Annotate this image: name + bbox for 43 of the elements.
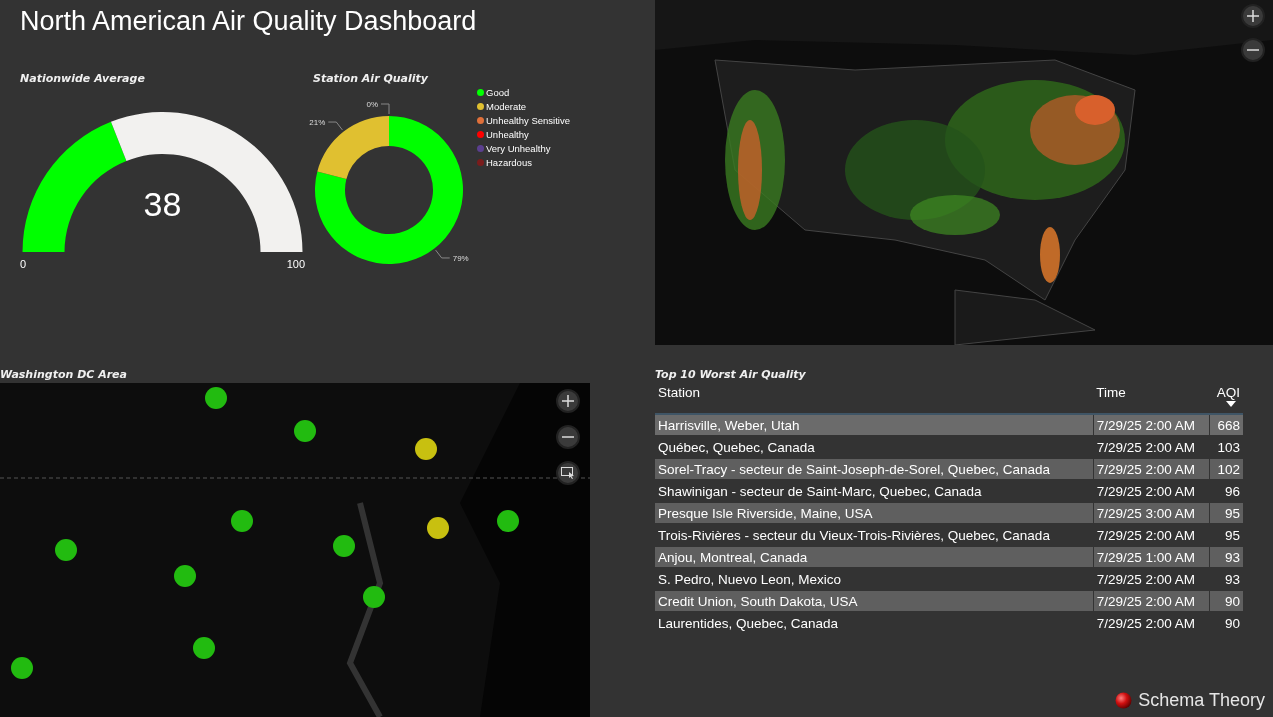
leader-line: [327, 121, 343, 131]
dashboard-title: North American Air Quality Dashboard: [20, 5, 478, 38]
visual-heading: Nationwide Average: [20, 72, 146, 85]
table-cell: 95: [1209, 502, 1243, 524]
table-cell: Credit Union, South Dakota, USA: [655, 590, 1094, 612]
table-cell: Presque Isle Riverside, Maine, USA: [655, 502, 1094, 524]
legend-label: Very Unhealthy: [486, 143, 551, 154]
brand-name: Schema Theory: [1138, 690, 1265, 711]
table-cell: Sorel-Tracy - secteur de Saint-Joseph-de-Sorel, Quebec, Canada: [655, 458, 1094, 480]
visual-heading: Top 10 Worst Air Quality: [655, 368, 807, 383]
table-cell: Laurentides, Quebec, Canada: [655, 612, 1094, 634]
table-cell: 7/29/25 2:00 AM: [1093, 458, 1209, 480]
table-cell: Harrisville, Weber, Utah: [655, 414, 1094, 436]
visual-heading: Station Air Quality: [313, 72, 429, 85]
table-cell: 90: [1209, 590, 1243, 612]
table-cell: 7/29/25 2:00 AM: [1093, 590, 1209, 612]
visual-heading: Washington DC Area: [0, 368, 128, 383]
legend-label: Good: [486, 87, 510, 98]
table-cell: 7/29/25 2:00 AM: [1093, 612, 1209, 634]
plus-icon: [562, 395, 574, 407]
leader-line: [435, 249, 451, 259]
sphere-logo-icon: [1115, 692, 1133, 709]
selection-cursor-icon: [561, 467, 575, 479]
leader-line: [380, 103, 390, 115]
data-label: 0%: [366, 100, 378, 109]
data-label: 79%: [452, 253, 469, 263]
plus-icon: [1247, 10, 1259, 22]
legend-label: Moderate: [486, 101, 527, 112]
table-cell: 7/29/25 2:00 AM: [1093, 414, 1209, 436]
legend-label: Unhealthy: [486, 129, 529, 140]
table-cell: 668: [1209, 414, 1243, 436]
data-label: 21%: [309, 118, 326, 128]
table-cell: 7/29/25 1:00 AM: [1093, 546, 1209, 568]
table-cell: 102: [1209, 458, 1243, 480]
legend-label: Unhealthy Sensitive: [486, 115, 570, 126]
table-cell: 7/29/25 3:00 AM: [1093, 502, 1209, 524]
gauge-max: 100: [286, 258, 305, 270]
table-cell: 90: [1209, 612, 1243, 634]
table-cell: 93: [1209, 546, 1243, 568]
gauge-value: 38: [142, 185, 183, 224]
legend-label: Hazardous: [486, 157, 532, 168]
table-cell: Anjou, Montreal, Canada: [655, 546, 1094, 568]
gauge-min: 0: [20, 258, 27, 270]
